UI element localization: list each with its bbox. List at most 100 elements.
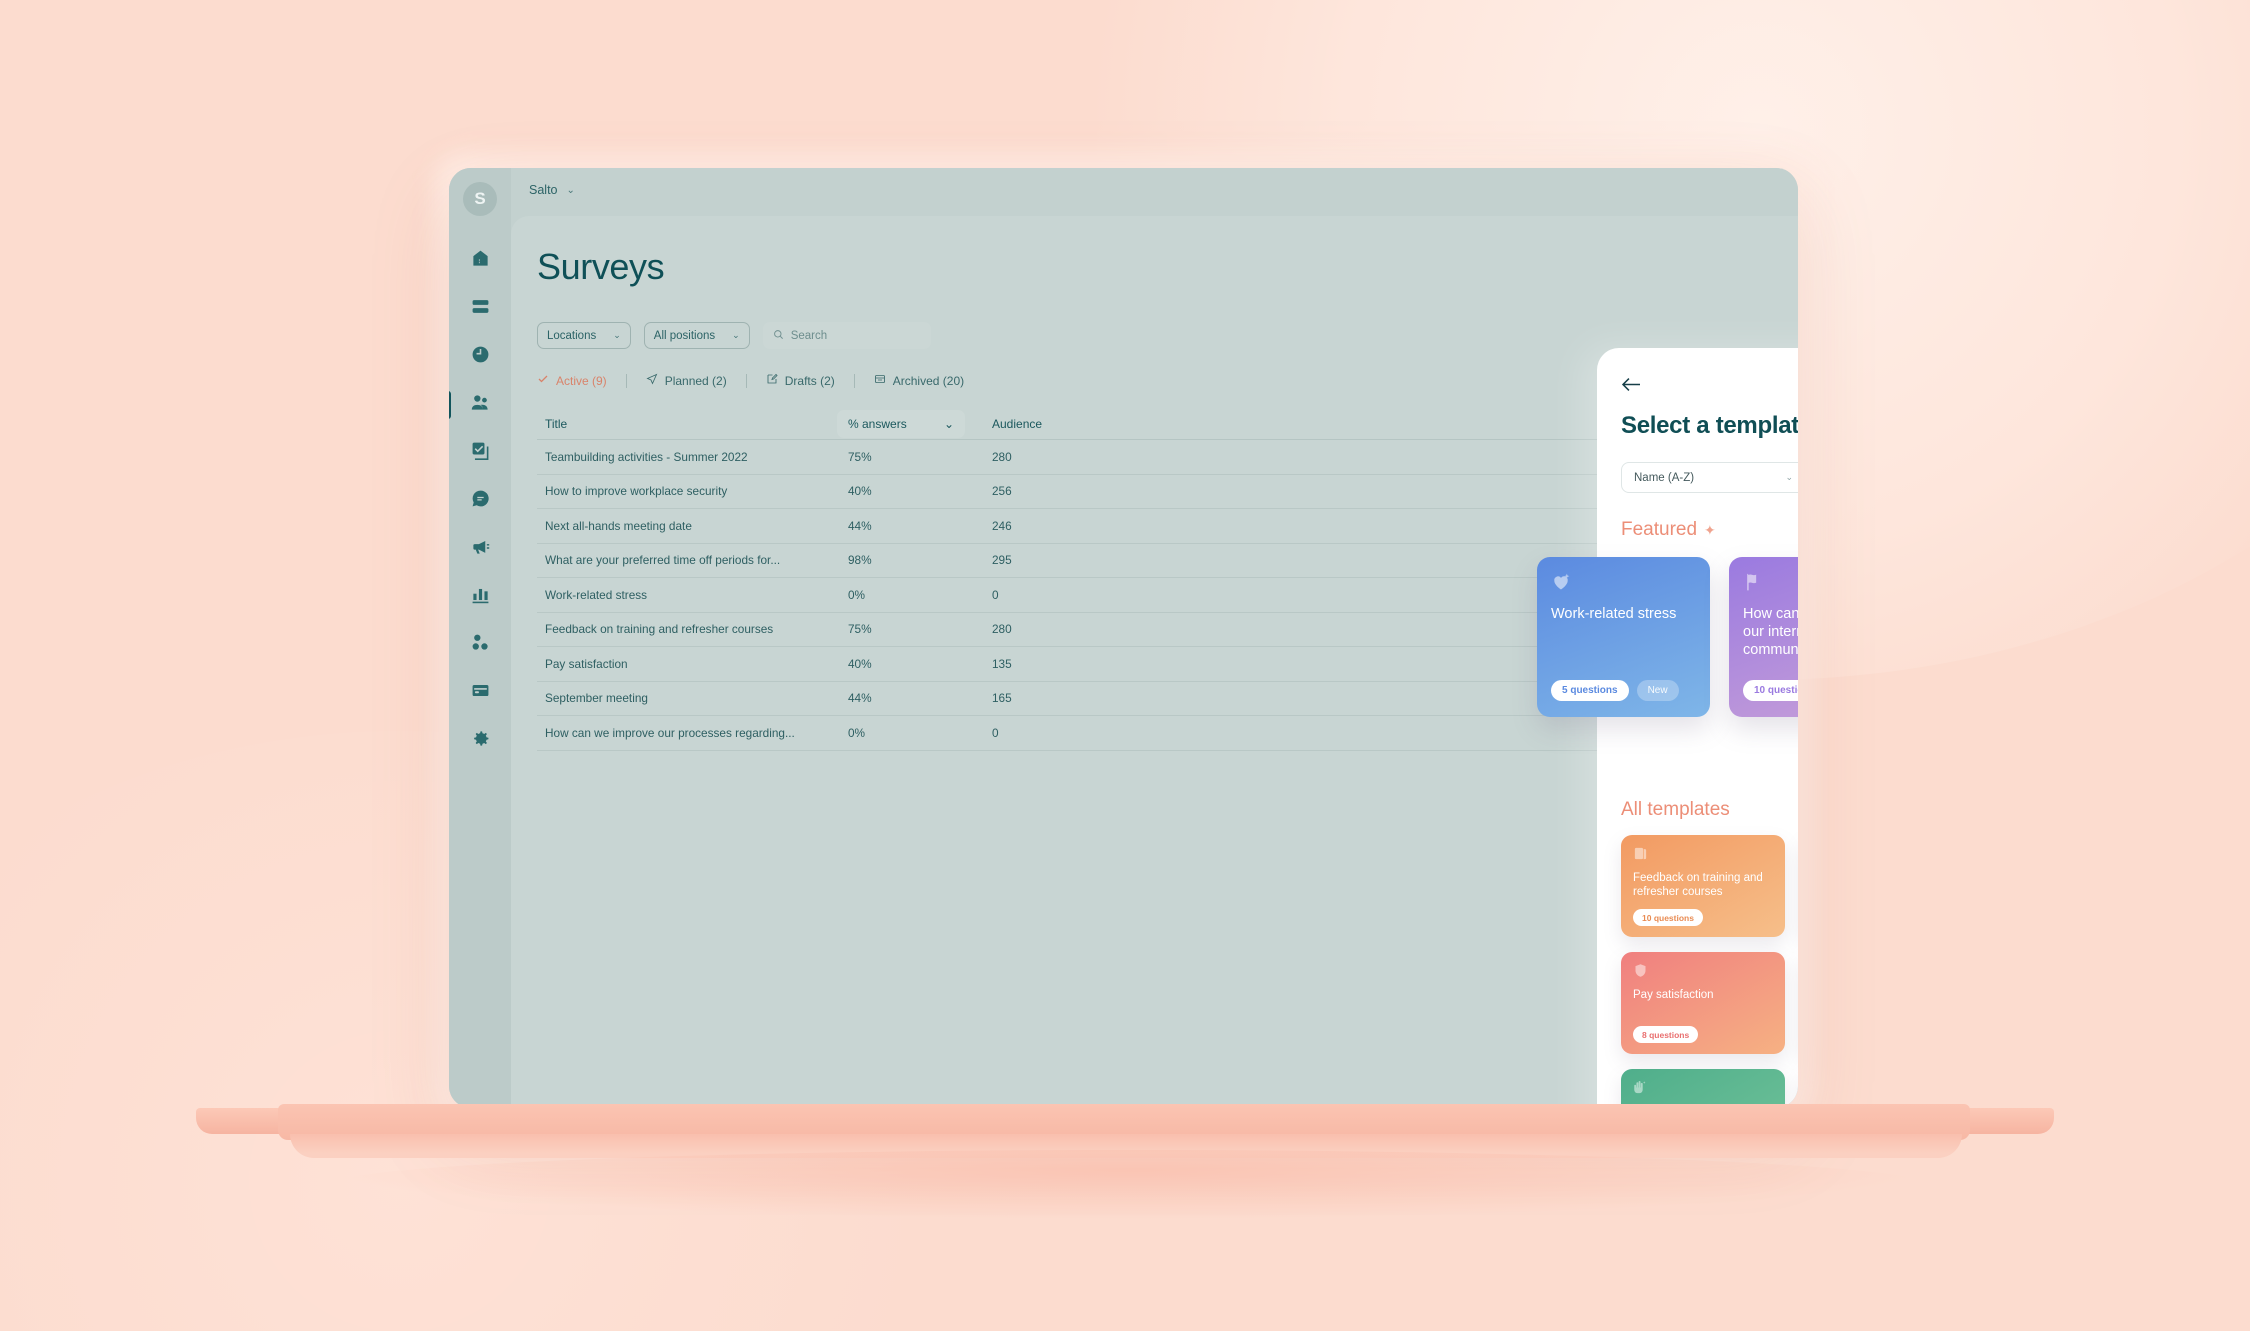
template-card[interactable]: Pay satisfaction 8 questions [1621,952,1785,1054]
card-icon [471,681,490,705]
cell-title: Feedback on training and refresher cours… [545,622,774,637]
locations-filter-label: Locations [547,329,597,342]
workspace-name[interactable]: Salto [529,183,558,197]
edit-icon [766,373,778,388]
megaphone-icon [471,537,490,561]
tab-active-label: Active (9) [556,373,607,388]
column-header-audience: Audience [992,416,1043,431]
template-card[interactable]: Feedback on training and refresher cours… [1621,835,1785,937]
column-header-answers[interactable]: % answers ⌄ [837,409,965,438]
cell-answers: 44% [848,518,872,533]
sidebar-item-home[interactable] [457,238,503,284]
panel-title: Select a template [1621,412,1798,439]
app-topbar: Salto ⌄ [511,168,1798,212]
sidebar: S [449,168,511,1108]
cell-title: September meeting [545,691,648,706]
cell-title: What are your preferred time off periods… [545,553,781,568]
shield-check-icon [1633,963,1773,983]
tab-drafts-label: Drafts (2) [784,373,835,388]
search-icon [773,329,784,343]
brand-avatar[interactable]: S [463,182,497,216]
sidebar-item-time[interactable] [457,334,503,380]
featured-card-title: How can we improve our internal communic… [1743,606,1798,658]
template-card-title: Feedback on training and refresher cours… [1633,872,1763,899]
heart-sparkle-icon [1551,572,1696,597]
sidebar-item-reports[interactable] [457,574,503,620]
template-grid: Feedback on training and refresher cours… [1621,835,1798,1108]
template-card-title: Pay satisfaction [1633,989,1714,1001]
cell-audience: 165 [992,691,1012,706]
tasks-icon [471,441,490,465]
questions-badge: 8 questions [1633,1026,1699,1043]
laptop-screen: S Salto ⌄ Surveys Locations ⌄ All positi… [449,168,1798,1108]
app-search-input[interactable]: Search [762,322,931,349]
cell-answers: 75% [848,622,872,637]
gear-icon [471,729,490,753]
cell-answers: 40% [848,484,872,499]
cell-audience: 246 [992,518,1012,533]
featured-template-card[interactable]: How can we improve our internal communic… [1729,557,1798,717]
sidebar-item-people[interactable] [449,382,503,428]
all-templates-heading: All templates [1621,799,1798,821]
laptop-shadow [330,1150,1930,1220]
sidebar-item-settings[interactable] [457,718,503,764]
book-icon [1633,846,1773,866]
cell-answers: 44% [848,691,872,706]
questions-badge: 10 questions [1743,680,1798,701]
featured-heading-label: Featured [1621,519,1698,540]
select-template-panel: Select a template Name (A-Z) ⌄ All categ… [1537,348,1798,1108]
featured-heading: Featured ✦ [1621,519,1798,541]
sort-select[interactable]: Name (A-Z) ⌄ [1621,462,1798,493]
locations-filter[interactable]: Locations ⌄ [537,322,631,349]
tab-archived-label: Archived (20) [892,373,965,388]
list-icon [471,297,490,321]
sidebar-item-announcements[interactable] [457,526,503,572]
tab-archived[interactable]: Archived (20) [855,373,983,388]
cell-audience: 295 [992,553,1012,568]
wave-icon [1633,1080,1773,1100]
laptop-mockup: S Salto ⌄ Surveys Locations ⌄ All positi… [0,0,2250,1331]
featured-card-badges: 5 questions New [1551,680,1679,701]
clock-icon [471,345,490,369]
cell-answers: 0% [848,587,866,602]
arrow-left-icon [1621,376,1642,398]
cell-title: Work-related stress [545,587,648,602]
featured-card-title: Work-related stress [1551,606,1677,622]
tab-planned-label: Planned (2) [664,373,727,388]
questions-badge: 10 questions [1633,909,1703,926]
cell-title: Next all-hands meeting date [545,518,692,533]
archive-icon [874,373,886,388]
app-search-placeholder: Search [790,329,828,342]
sparkle-icon: ✦ [1704,521,1716,538]
sidebar-item-tasks[interactable] [457,430,503,476]
chevron-down-icon[interactable]: ⌄ [567,185,575,196]
positions-filter[interactable]: All positions ⌄ [643,322,750,349]
sidebar-item-payroll[interactable] [457,670,503,716]
tab-drafts[interactable]: Drafts (2) [747,373,854,388]
cell-audience: 280 [992,449,1012,464]
cell-audience: 0 [992,587,999,602]
home-icon [471,249,490,273]
chat-icon [471,489,490,513]
tab-active[interactable]: Active (9) [537,373,626,388]
template-card[interactable]: Satisfaction regarding work satisfaction… [1621,1069,1785,1108]
flag-icon [1743,572,1798,597]
people-icon [471,393,490,417]
column-header-title: Title [545,416,568,431]
cell-audience: 256 [992,484,1012,499]
cell-audience: 135 [992,656,1012,671]
cell-audience: 0 [992,725,999,740]
featured-card-badges: 10 questionsTrending [1743,680,1798,701]
bar-chart-icon [471,585,490,609]
tab-planned[interactable]: Planned (2) [627,373,746,388]
back-button[interactable] [1621,374,1647,400]
featured-template-card[interactable]: Work-related stress 5 questions New [1537,557,1710,717]
cell-title: Teambuilding activities - Summer 2022 [545,449,748,464]
chevron-down-icon: ⌄ [943,416,954,431]
sidebar-item-organization[interactable] [457,622,503,668]
sidebar-item-messages[interactable] [457,478,503,524]
check-icon [537,373,549,388]
sidebar-item-directory[interactable] [457,286,503,332]
send-icon [646,373,658,388]
cell-title: How to improve workplace security [545,484,728,499]
